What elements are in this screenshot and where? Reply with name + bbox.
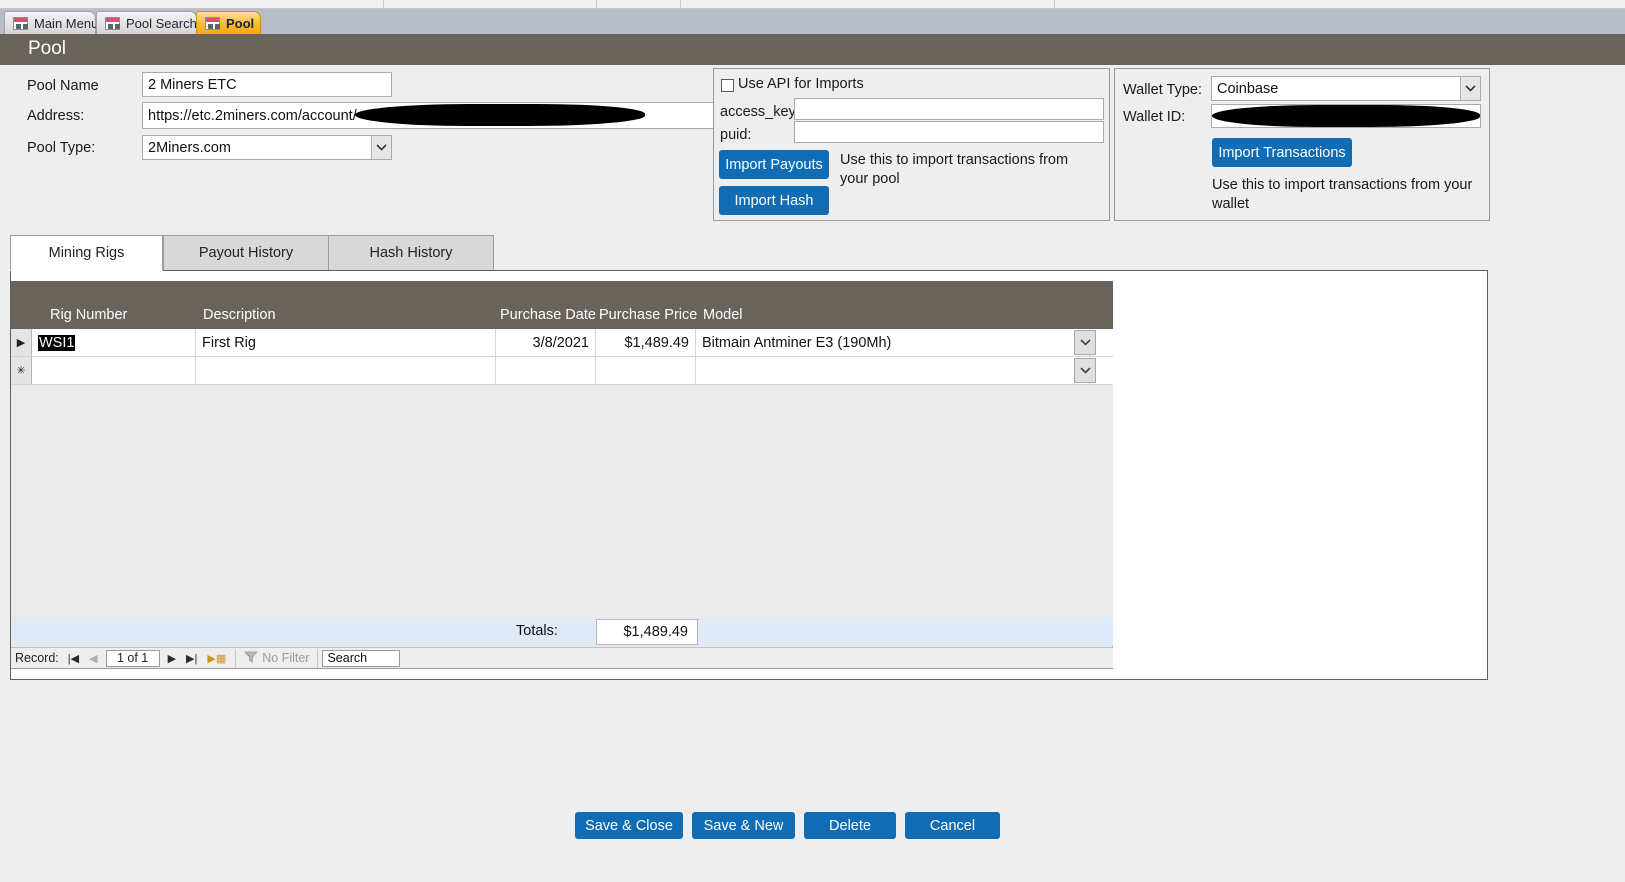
filter-funnel-icon (244, 651, 259, 666)
totals-row: Totals: $1,489.49 (11, 618, 1113, 646)
chevron-down-icon[interactable] (1460, 77, 1480, 100)
doc-tab-pool[interactable]: Pool (196, 11, 261, 34)
record-position-input[interactable]: 1 of 1 (105, 649, 160, 667)
totals-label: Totals: (516, 623, 558, 639)
pool-name-label: Pool Name (27, 78, 99, 94)
next-record-icon[interactable]: ▶ (163, 652, 181, 665)
tab-strip: Mining Rigs Payout History Hash History (10, 235, 1488, 271)
tab-label: Mining Rigs (48, 245, 125, 261)
new-record-row[interactable]: ✳ (11, 357, 1113, 385)
doc-tab-main-menu[interactable]: Main Menu (4, 11, 99, 34)
form-icon (205, 16, 220, 30)
subform-tab-control: Mining Rigs Payout History Hash History … (10, 235, 1488, 680)
page-title: Pool (28, 38, 67, 59)
wallet-type-combobox[interactable]: Coinbase (1211, 76, 1481, 101)
nav-separator (317, 648, 319, 668)
pool-name-input[interactable]: 2 Miners ETC (142, 72, 392, 97)
cell-purchase-date[interactable] (496, 357, 596, 384)
doc-tab-label: Main Menu (34, 15, 99, 31)
save-and-close-button[interactable]: Save & Close (575, 812, 683, 839)
record-label: Record: (15, 651, 59, 665)
pool-type-value: 2Miners.com (148, 139, 231, 156)
wallet-id-redaction-overlay (1212, 105, 1480, 127)
form-header-bar: Pool (0, 34, 1625, 65)
tab-mining-rigs[interactable]: Mining Rigs (10, 235, 163, 271)
access-key-label: access_key: (720, 104, 800, 120)
form-detail-section: Pool Name 2 Miners ETC Address: https://… (0, 65, 1625, 231)
tab-hash-history[interactable]: Hash History (328, 235, 494, 271)
puid-input[interactable] (794, 121, 1104, 143)
model-chevron-down-icon[interactable] (1074, 358, 1096, 383)
nav-separator (235, 648, 237, 668)
previous-record-icon[interactable]: ◀ (84, 652, 102, 665)
cell-purchase-date[interactable]: 3/8/2021 (496, 329, 596, 356)
wallet-help-text: Use this to import transactions from you… (1212, 177, 1473, 212)
cell-model[interactable] (696, 357, 1090, 384)
tab-page-mining-rigs: Rig Number Description Purchase Date Pur… (10, 270, 1488, 680)
cancel-button[interactable]: Cancel (905, 812, 1000, 839)
new-record-asterisk-icon: ✳ (16, 365, 26, 377)
first-record-icon[interactable]: |◀ (63, 652, 84, 665)
import-transactions-button[interactable]: Import Transactions (1212, 138, 1352, 167)
delete-button[interactable]: Delete (804, 812, 896, 839)
pool-type-combobox[interactable]: 2Miners.com (142, 135, 392, 160)
column-header-rig-number[interactable]: Rig Number (50, 307, 127, 323)
cell-purchase-price[interactable] (596, 357, 696, 384)
column-header-model[interactable]: Model (703, 307, 743, 323)
doc-tab-label: Pool (226, 15, 255, 31)
document-tab-bar: Main Menu Pool Search Pool (0, 9, 1625, 34)
model-chevron-down-icon[interactable] (1074, 330, 1096, 355)
column-header-description[interactable]: Description (203, 307, 276, 323)
address-redaction-overlay (355, 104, 645, 126)
cell-description[interactable]: First Rig (196, 329, 496, 356)
form-icon (13, 16, 28, 30)
doc-tab-pool-search[interactable]: Pool Search (96, 11, 197, 34)
chevron-down-icon[interactable] (371, 136, 391, 159)
datasheet-empty-area (11, 385, 1113, 625)
puid-label: puid: (720, 127, 752, 143)
cell-description[interactable] (196, 357, 496, 384)
access-key-input[interactable] (794, 98, 1104, 120)
address-label: Address: (27, 108, 85, 124)
wallet-type-label: Wallet Type: (1123, 82, 1202, 98)
rig-number-selected-text: WSI1 (38, 334, 76, 351)
filter-toggle-button[interactable]: No Filter (240, 649, 313, 668)
access-form-window: Main Menu Pool Search Pool Pool Pool Nam… (0, 0, 1625, 882)
doc-tab-label: Pool Search (126, 15, 197, 31)
current-row-marker-icon: ▶ (16, 337, 26, 349)
use-api-checkbox[interactable] (721, 79, 734, 92)
record-navigation-bar: Record: |◀ ◀ 1 of 1 ▶ ▶| ▶▦ No Filter Se… (11, 647, 1113, 668)
totals-value: $1,489.49 (596, 619, 698, 645)
save-and-new-button[interactable]: Save & New (692, 812, 795, 839)
cell-rig-number[interactable]: WSI1 (32, 329, 196, 356)
wallet-type-value: Coinbase (1217, 80, 1279, 97)
datasheet-header-row: Rig Number Description Purchase Date Pur… (11, 281, 1113, 329)
api-help-text: Use this to import transactions from you… (840, 152, 1069, 187)
form-icon (105, 16, 120, 30)
new-record-icon[interactable]: ▶▦ (202, 652, 231, 665)
column-header-purchase-price[interactable]: Purchase Price (599, 307, 697, 323)
wallet-id-label: Wallet ID: (1123, 109, 1186, 125)
column-header-purchase-date[interactable]: Purchase Date (500, 307, 596, 323)
mining-rigs-datasheet: Rig Number Description Purchase Date Pur… (11, 281, 1113, 669)
last-record-icon[interactable]: ▶| (181, 652, 202, 665)
tab-label: Payout History (198, 245, 294, 261)
tab-label: Hash History (369, 245, 453, 261)
tab-payout-history[interactable]: Payout History (163, 235, 329, 271)
pool-type-label: Pool Type: (27, 140, 96, 156)
cell-model[interactable]: Bitmain Antminer E3 (190Mh) (696, 329, 1090, 356)
cell-rig-number[interactable] (32, 357, 196, 384)
import-hash-button[interactable]: Import Hash (719, 186, 829, 215)
row-selector-new[interactable]: ✳ (11, 357, 32, 384)
filter-label: No Filter (262, 651, 310, 665)
search-input[interactable]: Search (322, 649, 401, 667)
api-import-panel: Use API for Imports access_key: puid: Im… (713, 68, 1110, 221)
cell-purchase-price[interactable]: $1,489.49 (596, 329, 696, 356)
table-row[interactable]: ▶ WSI1 First Rig 3/8/2021 $1,489.49 Bitm… (11, 329, 1113, 357)
wallet-import-panel: Wallet Type: Coinbase Wallet ID: Import … (1114, 68, 1490, 221)
import-payouts-button[interactable]: Import Payouts (719, 150, 829, 179)
row-selector-current[interactable]: ▶ (11, 329, 32, 356)
use-api-label: Use API for Imports (738, 76, 864, 92)
